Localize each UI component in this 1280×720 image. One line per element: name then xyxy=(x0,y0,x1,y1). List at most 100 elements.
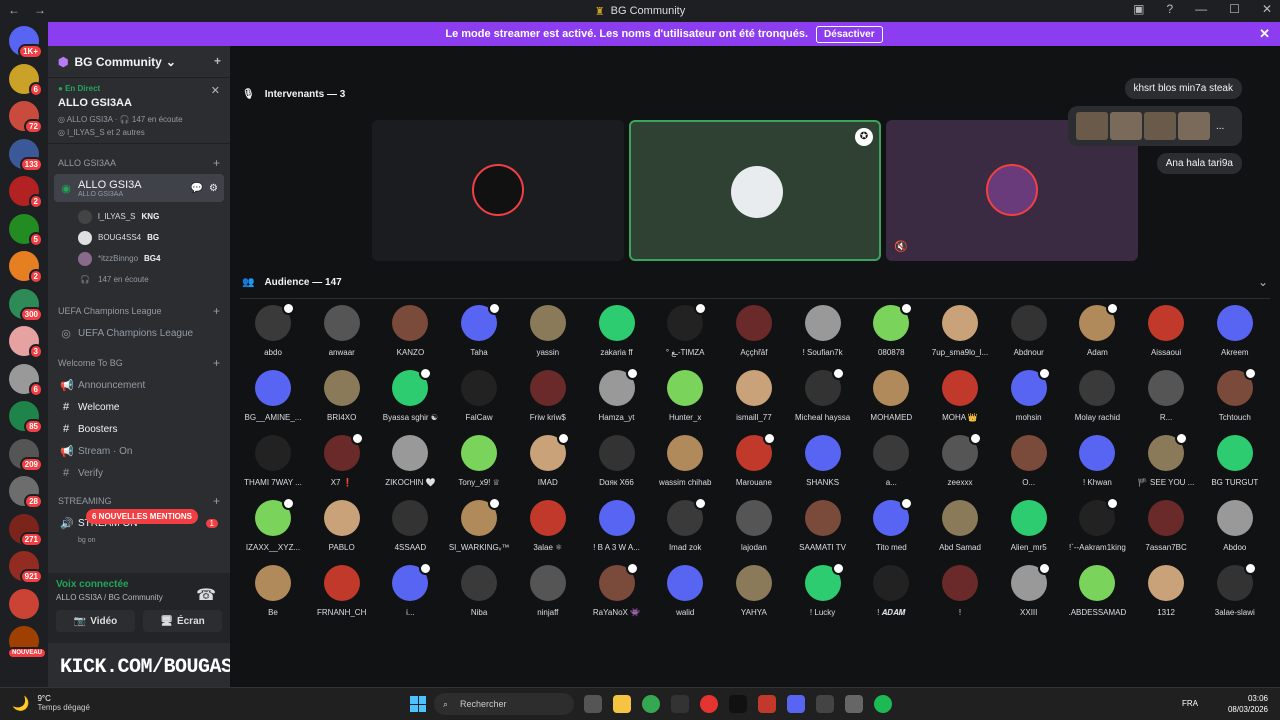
close-banner-icon[interactable]: ✕ xyxy=(1259,26,1270,42)
server-icon[interactable]: 300 xyxy=(9,288,43,322)
server-icon[interactable]: 209 xyxy=(9,438,43,472)
language-indicator[interactable]: FRA xyxy=(1182,699,1198,708)
settings-gear-icon[interactable]: ⚙ xyxy=(209,183,218,194)
server-icon[interactable]: 133 xyxy=(9,138,43,172)
avatar xyxy=(804,562,845,601)
clock[interactable]: 03:06 08/03/2026 xyxy=(1228,693,1268,715)
stage-channel[interactable]: ◉ ALLO GSI3A ALLO GSI3AA 💬 ⚙ xyxy=(54,174,224,202)
audience-name: Akreem xyxy=(1221,348,1249,357)
server-icon[interactable]: 6 xyxy=(9,363,43,397)
avatar xyxy=(1148,565,1185,601)
app-icon[interactable] xyxy=(845,695,863,713)
add-channel-icon[interactable]: + xyxy=(213,156,220,170)
notification-badge: 6 xyxy=(28,81,43,97)
back-arrow-icon[interactable]: ← xyxy=(8,3,20,17)
server-icon[interactable]: 6 xyxy=(9,63,43,97)
channel-boosters[interactable]: # Boosters xyxy=(54,418,224,440)
member-row[interactable]: l_ILYAS_S KNG xyxy=(48,206,230,227)
audience-member[interactable]: 436341 xyxy=(1256,565,1280,617)
category-welcome[interactable]: Welcome To BG + xyxy=(48,352,230,374)
forward-arrow-icon[interactable]: → xyxy=(34,3,46,17)
stream-sub: bg on xyxy=(78,536,96,544)
channel-stream[interactable]: 📢 Stream · On xyxy=(54,440,224,462)
live-label: ● En Direct xyxy=(58,84,101,93)
server-icon[interactable]: NOUVEAU xyxy=(6,626,47,659)
new-mentions-pill[interactable]: 6 NOUVELLES MENTIONS xyxy=(86,509,199,524)
chevron-down-icon: ⌄ xyxy=(165,54,176,69)
server-icon[interactable]: 2 xyxy=(9,251,43,284)
taskbar: 🌙 9°C Temps dégagé ⌕ Rechercher FRA 03:06 0… xyxy=(0,687,1280,720)
audience-member[interactable]: BG TURGUT xyxy=(1187,435,1280,487)
avatar xyxy=(255,302,295,341)
category-allo[interactable]: ALLO GSI3AA + xyxy=(48,152,230,174)
live-stage-card[interactable]: ● En Direct ALLO GSI3AA ◎ ALLO GSI3A · 🎧… xyxy=(48,78,230,144)
home-icon[interactable]: 1K+ xyxy=(9,26,43,59)
chevron-down-icon[interactable]: ⌄ xyxy=(1258,275,1268,289)
add-channel-icon[interactable]: + xyxy=(213,356,220,370)
disconnect-icon[interactable]: ☎ xyxy=(196,585,216,605)
video-button[interactable]: 📷 Vidéo xyxy=(56,610,135,632)
notification-badge: 6 xyxy=(28,381,43,397)
add-channel-icon[interactable]: + xyxy=(213,494,220,508)
app-icon[interactable] xyxy=(816,695,834,713)
server-icon[interactable]: 85 xyxy=(9,401,43,434)
chat-icon[interactable]: 💬 xyxy=(191,183,203,194)
spotify-icon[interactable] xyxy=(874,695,892,713)
app-icon[interactable] xyxy=(671,695,689,713)
category-ucl[interactable]: UEFA Champions League + xyxy=(48,300,230,322)
close-icon[interactable]: ✕ xyxy=(1262,2,1272,16)
speaker-tile[interactable] xyxy=(372,120,624,261)
app-icon[interactable] xyxy=(758,695,776,713)
server-icon[interactable]: 72 xyxy=(9,101,43,134)
server-icon[interactable]: 28 xyxy=(9,476,43,509)
channel-welcome[interactable]: # Welcome xyxy=(54,396,224,418)
app-icon[interactable] xyxy=(729,695,747,713)
audience-member[interactable]: Abdoo xyxy=(1187,500,1280,552)
banner-text: Le mode streamer est activé. Les noms d'… xyxy=(445,28,809,40)
server-icon[interactable]: 5 xyxy=(9,213,43,247)
speaker-tile-active[interactable]: ✪ xyxy=(629,120,881,261)
maximize-icon[interactable]: ☐ xyxy=(1229,2,1240,16)
start-button[interactable] xyxy=(410,696,426,712)
weather-widget[interactable]: 🌙 9°C Temps dégagé xyxy=(12,694,90,712)
help-icon[interactable]: ? xyxy=(1166,2,1173,16)
member-row[interactable]: BOUG4SS4 BG xyxy=(48,227,230,248)
listen-count: 🎧 147 en écoute xyxy=(80,275,149,284)
opera-icon[interactable] xyxy=(700,695,718,713)
channel-announcement[interactable]: 📢 Announcement xyxy=(54,374,224,396)
taskbar-search[interactable]: ⌕ Rechercher xyxy=(434,693,574,715)
server-icon[interactable] xyxy=(9,588,39,619)
server-icon[interactable]: 3 xyxy=(9,326,43,359)
server-icon[interactable]: 2 xyxy=(9,176,43,209)
avatar xyxy=(255,370,291,406)
avatar xyxy=(735,500,772,536)
audience-member[interactable]: Tchtouch xyxy=(1187,367,1280,422)
add-member-icon[interactable]: + xyxy=(214,54,221,68)
screen-share-button[interactable]: 🖥 Écran xyxy=(143,610,222,632)
avatar xyxy=(667,497,708,536)
file-explorer-icon[interactable] xyxy=(613,695,631,713)
server-icon[interactable]: 921 xyxy=(9,551,43,584)
channel-ucl[interactable]: ◎ UEFA Champions League xyxy=(54,322,224,344)
add-channel-icon[interactable]: + xyxy=(213,304,220,318)
notification-badge: 209 xyxy=(19,456,43,472)
notification-badge: 2 xyxy=(28,269,43,284)
audience-member[interactable]: Akreem xyxy=(1187,305,1280,357)
disable-streamer-button[interactable]: Désactiver xyxy=(816,25,883,43)
stage-icon: ◎ xyxy=(61,327,71,340)
server-header[interactable]: ⬢ BG Community ⌄ + xyxy=(48,46,230,78)
close-live-icon[interactable]: ✕ xyxy=(211,84,220,97)
channel-verify[interactable]: # Verify xyxy=(54,462,224,484)
avatar xyxy=(804,305,841,341)
member-row[interactable]: *itzzBinngo BG4 xyxy=(48,248,230,269)
camera-icon: 📷 xyxy=(73,615,87,627)
audience-name: Abdoo xyxy=(1223,543,1247,552)
avatar xyxy=(873,565,910,601)
discord-icon[interactable] xyxy=(787,695,805,713)
task-view-icon[interactable] xyxy=(584,695,602,713)
avatar xyxy=(323,432,364,471)
minimize-icon[interactable]: — xyxy=(1195,2,1207,16)
inbox-icon[interactable]: ▣ xyxy=(1133,2,1144,16)
chrome-icon[interactable] xyxy=(642,695,660,713)
server-icon[interactable]: 271 xyxy=(9,513,43,547)
